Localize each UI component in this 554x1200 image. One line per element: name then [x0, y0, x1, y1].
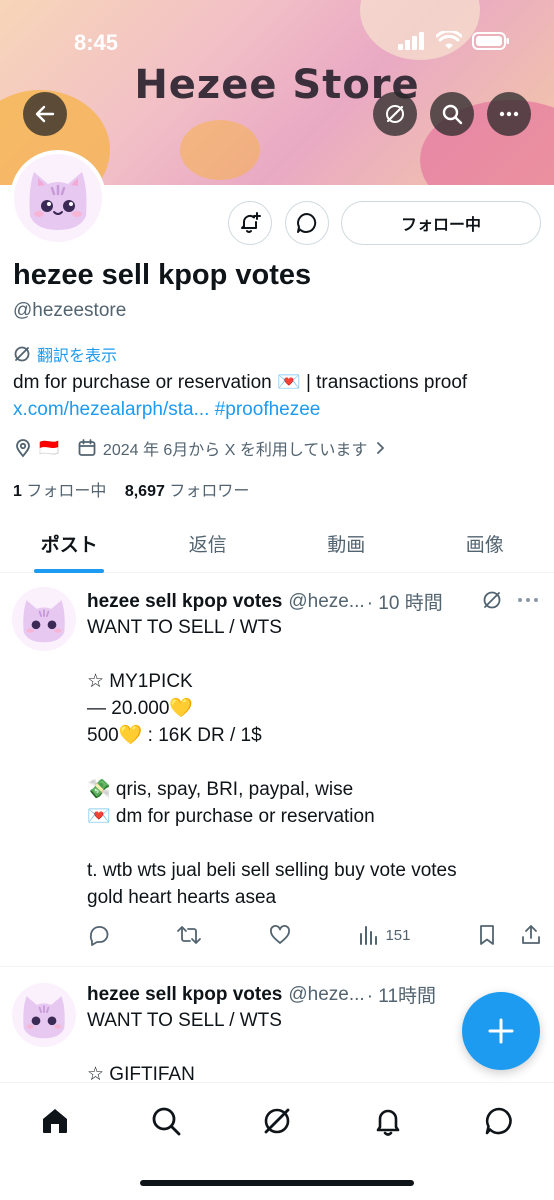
followers-link[interactable]: 8,697 フォロワー — [125, 483, 250, 500]
post-avatar[interactable] — [12, 983, 76, 1047]
post-header: hezee sell kpop votes @heze... · 11時間 — [87, 981, 436, 1008]
grok-icon — [264, 1108, 290, 1134]
nav-messages[interactable] — [477, 1099, 521, 1143]
home-icon — [43, 1109, 67, 1133]
translate-label: 翻訳を表示 — [37, 348, 118, 365]
cat-avatar-image — [14, 154, 102, 242]
views-chart-icon — [360, 926, 378, 945]
views-stat[interactable]: 151 — [357, 924, 410, 946]
cat-avatar-image — [12, 983, 76, 1047]
post-avatar[interactable] — [12, 587, 76, 651]
grok-icon[interactable] — [481, 589, 503, 611]
tab-posts[interactable]: ポスト — [0, 515, 139, 572]
follow-stats: 1 フォロー中 8,697 フォロワー — [13, 477, 249, 501]
like-heart-icon[interactable] — [268, 923, 292, 947]
profile-handle: @hezeestore — [13, 300, 127, 321]
post-text: WANT TO SELL / WTS ☆ GIFTIFAN — [87, 1010, 282, 1082]
bell-icon — [376, 1109, 400, 1136]
post-author-name[interactable]: hezee sell kpop votes — [87, 591, 282, 613]
translate-bio-link[interactable]: 翻訳を表示 — [13, 342, 117, 366]
profile-meta: 🇮🇩 2024 年 6月から X を利用しています — [13, 436, 387, 460]
post-author-handle[interactable]: @heze... — [288, 591, 364, 613]
back-button[interactable] — [23, 92, 67, 136]
tab-replies[interactable]: 返信 — [139, 515, 278, 572]
status-time: 8:45 — [74, 30, 119, 55]
search-icon — [442, 104, 463, 125]
translate-icon — [14, 346, 30, 362]
message-bubble-icon — [297, 213, 317, 233]
profile-avatar[interactable] — [10, 150, 106, 246]
message-bubble-icon — [485, 1107, 512, 1135]
location-flag: 🇮🇩 — [39, 440, 59, 457]
notifications-button[interactable] — [228, 201, 272, 245]
status-bar: 8:45 — [0, 0, 554, 70]
wifi-icon — [436, 31, 462, 49]
reply-icon[interactable] — [87, 923, 111, 947]
message-button[interactable] — [285, 201, 329, 245]
arrow-left-icon — [35, 105, 55, 123]
bookmark-icon[interactable] — [476, 923, 498, 947]
profile-display-name: hezee sell kpop votes — [13, 259, 312, 291]
nav-notifications[interactable] — [366, 1099, 410, 1143]
more-horizontal-icon[interactable] — [516, 589, 540, 611]
cat-avatar-image — [12, 587, 76, 651]
signal-icon — [398, 31, 424, 50]
bio-url-link[interactable]: x.com/hezealarph/sta... — [13, 399, 209, 420]
location-pin-icon — [16, 439, 30, 458]
nav-home[interactable] — [33, 1099, 77, 1143]
post-actions: 151 — [87, 923, 542, 947]
post-header: hezee sell kpop votes @heze... · 10 時間 — [87, 588, 443, 615]
home-indicator — [140, 1180, 414, 1186]
compose-post-button[interactable] — [462, 992, 540, 1070]
following-link[interactable]: 1 フォロー中 — [13, 483, 106, 500]
joined-date: 2024 年 6月から X を利用しています — [102, 442, 368, 459]
followers-count: 8,697 — [124, 483, 165, 500]
post-author-handle[interactable]: @heze... — [288, 984, 364, 1006]
search-button[interactable] — [430, 92, 474, 136]
following-count: 1 — [13, 483, 22, 500]
tab-images[interactable]: 画像 — [416, 515, 554, 572]
profile-bio-links: x.com/hezealarph/sta... #proofhezee — [13, 399, 320, 421]
views-count: 151 — [385, 926, 411, 944]
nav-search[interactable] — [144, 1099, 188, 1143]
banner-decoration — [180, 120, 260, 180]
share-icon[interactable] — [520, 923, 542, 947]
chevron-right-icon[interactable] — [373, 441, 387, 455]
post-text: WANT TO SELL / WTS ☆ MY1PICK — 20.000💛 5… — [87, 617, 457, 908]
more-button[interactable] — [487, 92, 531, 136]
status-icons — [398, 31, 510, 50]
bell-plus-icon — [241, 212, 261, 233]
profile-bio: dm for purchase or reservation 💌 | trans… — [13, 372, 468, 393]
grok-icon — [386, 105, 404, 123]
post-time[interactable]: · 10 時間 — [367, 588, 443, 615]
repost-icon[interactable] — [176, 923, 202, 947]
tab-videos[interactable]: 動画 — [277, 515, 416, 572]
following-label: フォロー中 — [26, 483, 107, 500]
followers-label: フォロワー — [169, 483, 250, 500]
bio-hashtag-link[interactable]: #proofhezee — [215, 399, 321, 420]
search-icon — [152, 1107, 181, 1136]
post-share-group — [476, 923, 542, 947]
post-item[interactable]: hezee sell kpop votes @heze... · 10 時間 W… — [0, 573, 554, 966]
battery-icon — [472, 31, 509, 50]
post-time[interactable]: · 11時間 — [367, 981, 436, 1008]
calendar-icon — [78, 439, 96, 456]
plus-icon — [488, 1018, 514, 1044]
grok-button[interactable] — [373, 92, 417, 136]
more-horizontal-icon — [499, 111, 519, 117]
nav-grok[interactable] — [255, 1099, 299, 1143]
post-author-name[interactable]: hezee sell kpop votes — [87, 984, 282, 1006]
following-button[interactable]: フォロー中 — [341, 201, 541, 245]
profile-tabs: ポスト 返信 動画 画像 — [0, 515, 554, 573]
